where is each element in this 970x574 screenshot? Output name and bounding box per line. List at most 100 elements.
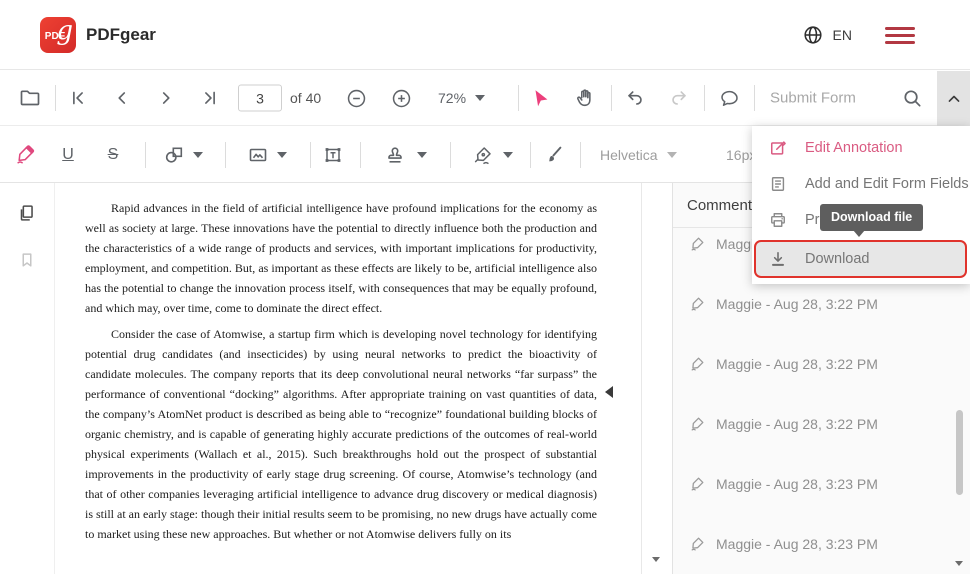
pages-icon [16, 202, 38, 224]
app-header: PDF g PDFgear EN [0, 0, 970, 70]
pointer-cursor-icon [530, 87, 552, 109]
comment-item[interactable]: Maggie - Aug 28, 3:23 PM [673, 468, 970, 528]
font-family-value: Helvetica [600, 147, 658, 163]
divider [145, 142, 146, 168]
redo-icon [668, 87, 690, 109]
redo-button[interactable] [659, 78, 699, 118]
comment-item[interactable]: Maggie - Aug 28, 3:23 PM [673, 528, 970, 574]
annotation-pen-icon [689, 235, 706, 252]
signature-tool-button[interactable] [460, 143, 524, 167]
pdfgear-logo[interactable]: PDF g [40, 17, 76, 53]
chevron-down-icon [193, 152, 203, 158]
zoom-level-value: 72% [438, 90, 466, 106]
divider [611, 85, 612, 111]
download-file-tooltip: Download file [820, 204, 923, 231]
scroll-down-icon[interactable] [652, 557, 660, 562]
divider [641, 183, 642, 574]
underline-tool-button[interactable]: U [48, 135, 88, 175]
pdfgear-app: PDF g PDFgear EN [0, 0, 970, 574]
language-label: EN [833, 27, 852, 43]
page-total-label: of 40 [290, 90, 321, 106]
annotation-pen-icon [689, 355, 706, 372]
divider [704, 85, 705, 111]
hand-tool-button[interactable] [565, 78, 605, 118]
first-page-icon [67, 87, 89, 109]
pdf-paragraph: Consider the case of Atomwise, a startup… [85, 325, 597, 544]
last-page-icon [199, 87, 221, 109]
download-icon [768, 249, 788, 269]
zoom-out-button[interactable] [336, 78, 376, 118]
text-box-tool-button[interactable] [313, 135, 353, 175]
open-file-button[interactable] [10, 78, 50, 118]
menu-item-edit-annotation[interactable]: Edit Annotation [752, 130, 970, 166]
comment-author-line: Maggie - Aug 28, 3:22 PM [716, 295, 878, 312]
divider [450, 142, 451, 168]
panel-collapse-icon[interactable] [605, 386, 613, 398]
collapse-toolbar-button[interactable] [937, 71, 970, 126]
divider [530, 142, 531, 168]
highlight-tool-button[interactable] [5, 135, 45, 175]
menu-item-label: Edit Annotation [805, 140, 903, 156]
comment-author-line: Maggie - Aug 28, 3:22 PM [716, 355, 878, 372]
form-fields-icon [768, 174, 788, 194]
undo-button[interactable] [615, 78, 655, 118]
brush-tool-button[interactable] [533, 135, 573, 175]
scroll-down-icon[interactable] [955, 561, 963, 566]
logo-pen-glyph: g [56, 18, 73, 44]
menu-item-download[interactable]: Download [756, 242, 965, 276]
hamburger-menu-icon[interactable] [885, 27, 915, 44]
font-family-select[interactable]: Helvetica [600, 147, 677, 163]
zoom-level-select[interactable]: 72% [438, 90, 485, 106]
shapes-tool-button[interactable] [152, 143, 212, 167]
underline-icon: U [62, 146, 74, 164]
stamp-tool-button[interactable] [370, 143, 440, 167]
folder-icon [18, 86, 42, 110]
pdf-document-view[interactable]: Rapid advances in the field of artificia… [55, 183, 672, 574]
main-toolbar: of 40 72% [0, 71, 970, 126]
print-icon [768, 210, 788, 230]
strikethrough-tool-button[interactable]: S [93, 135, 133, 175]
pdf-page-text: Rapid advances in the field of artificia… [85, 199, 597, 551]
chevron-down-icon [503, 152, 513, 158]
highlighter-icon [14, 143, 37, 166]
comment-author-line: Maggie - Aug 28, 3:23 PM [716, 535, 878, 552]
search-button[interactable] [892, 78, 932, 118]
page-number-input[interactable] [238, 85, 282, 112]
edit-annotation-icon [768, 138, 788, 158]
submit-form-button[interactable]: Submit Form [770, 90, 856, 107]
chevron-left-icon [111, 87, 133, 109]
annotation-pen-icon [689, 295, 706, 312]
menu-item-form-fields[interactable]: Add and Edit Form Fields [752, 166, 970, 202]
hand-icon [574, 87, 596, 109]
comment-item[interactable]: Maggie - Aug 28, 3:22 PM [673, 408, 970, 468]
next-page-button[interactable] [146, 78, 186, 118]
chevron-down-icon [417, 152, 427, 158]
last-page-button[interactable] [190, 78, 230, 118]
comments-title: Comments [687, 197, 760, 214]
divider [580, 142, 581, 168]
divider [310, 142, 311, 168]
chevron-down-icon [277, 152, 287, 158]
previous-page-button[interactable] [102, 78, 142, 118]
bookmarks-button[interactable] [10, 243, 44, 277]
image-tool-button[interactable] [236, 143, 296, 167]
annotation-pen-icon [689, 475, 706, 492]
brush-icon [542, 143, 565, 166]
text-box-icon [321, 143, 345, 167]
comments-scrollbar-thumb[interactable] [956, 410, 963, 495]
menu-item-label: Add and Edit Form Fields [805, 176, 969, 192]
download-highlight-ring: Download [754, 240, 967, 278]
chevron-up-icon [944, 89, 964, 109]
divider [360, 142, 361, 168]
page-thumbnails-button[interactable] [10, 196, 44, 230]
language-switcher[interactable]: EN [802, 24, 852, 46]
shapes-icon [162, 143, 186, 167]
image-icon [246, 143, 270, 167]
first-page-button[interactable] [58, 78, 98, 118]
divider [225, 142, 226, 168]
comment-tool-button[interactable] [709, 78, 749, 118]
comment-item[interactable]: Maggie - Aug 28, 3:22 PM [673, 288, 970, 348]
comment-item[interactable]: Maggie - Aug 28, 3:22 PM [673, 348, 970, 408]
zoom-in-button[interactable] [381, 78, 421, 118]
select-tool-button[interactable] [521, 78, 561, 118]
